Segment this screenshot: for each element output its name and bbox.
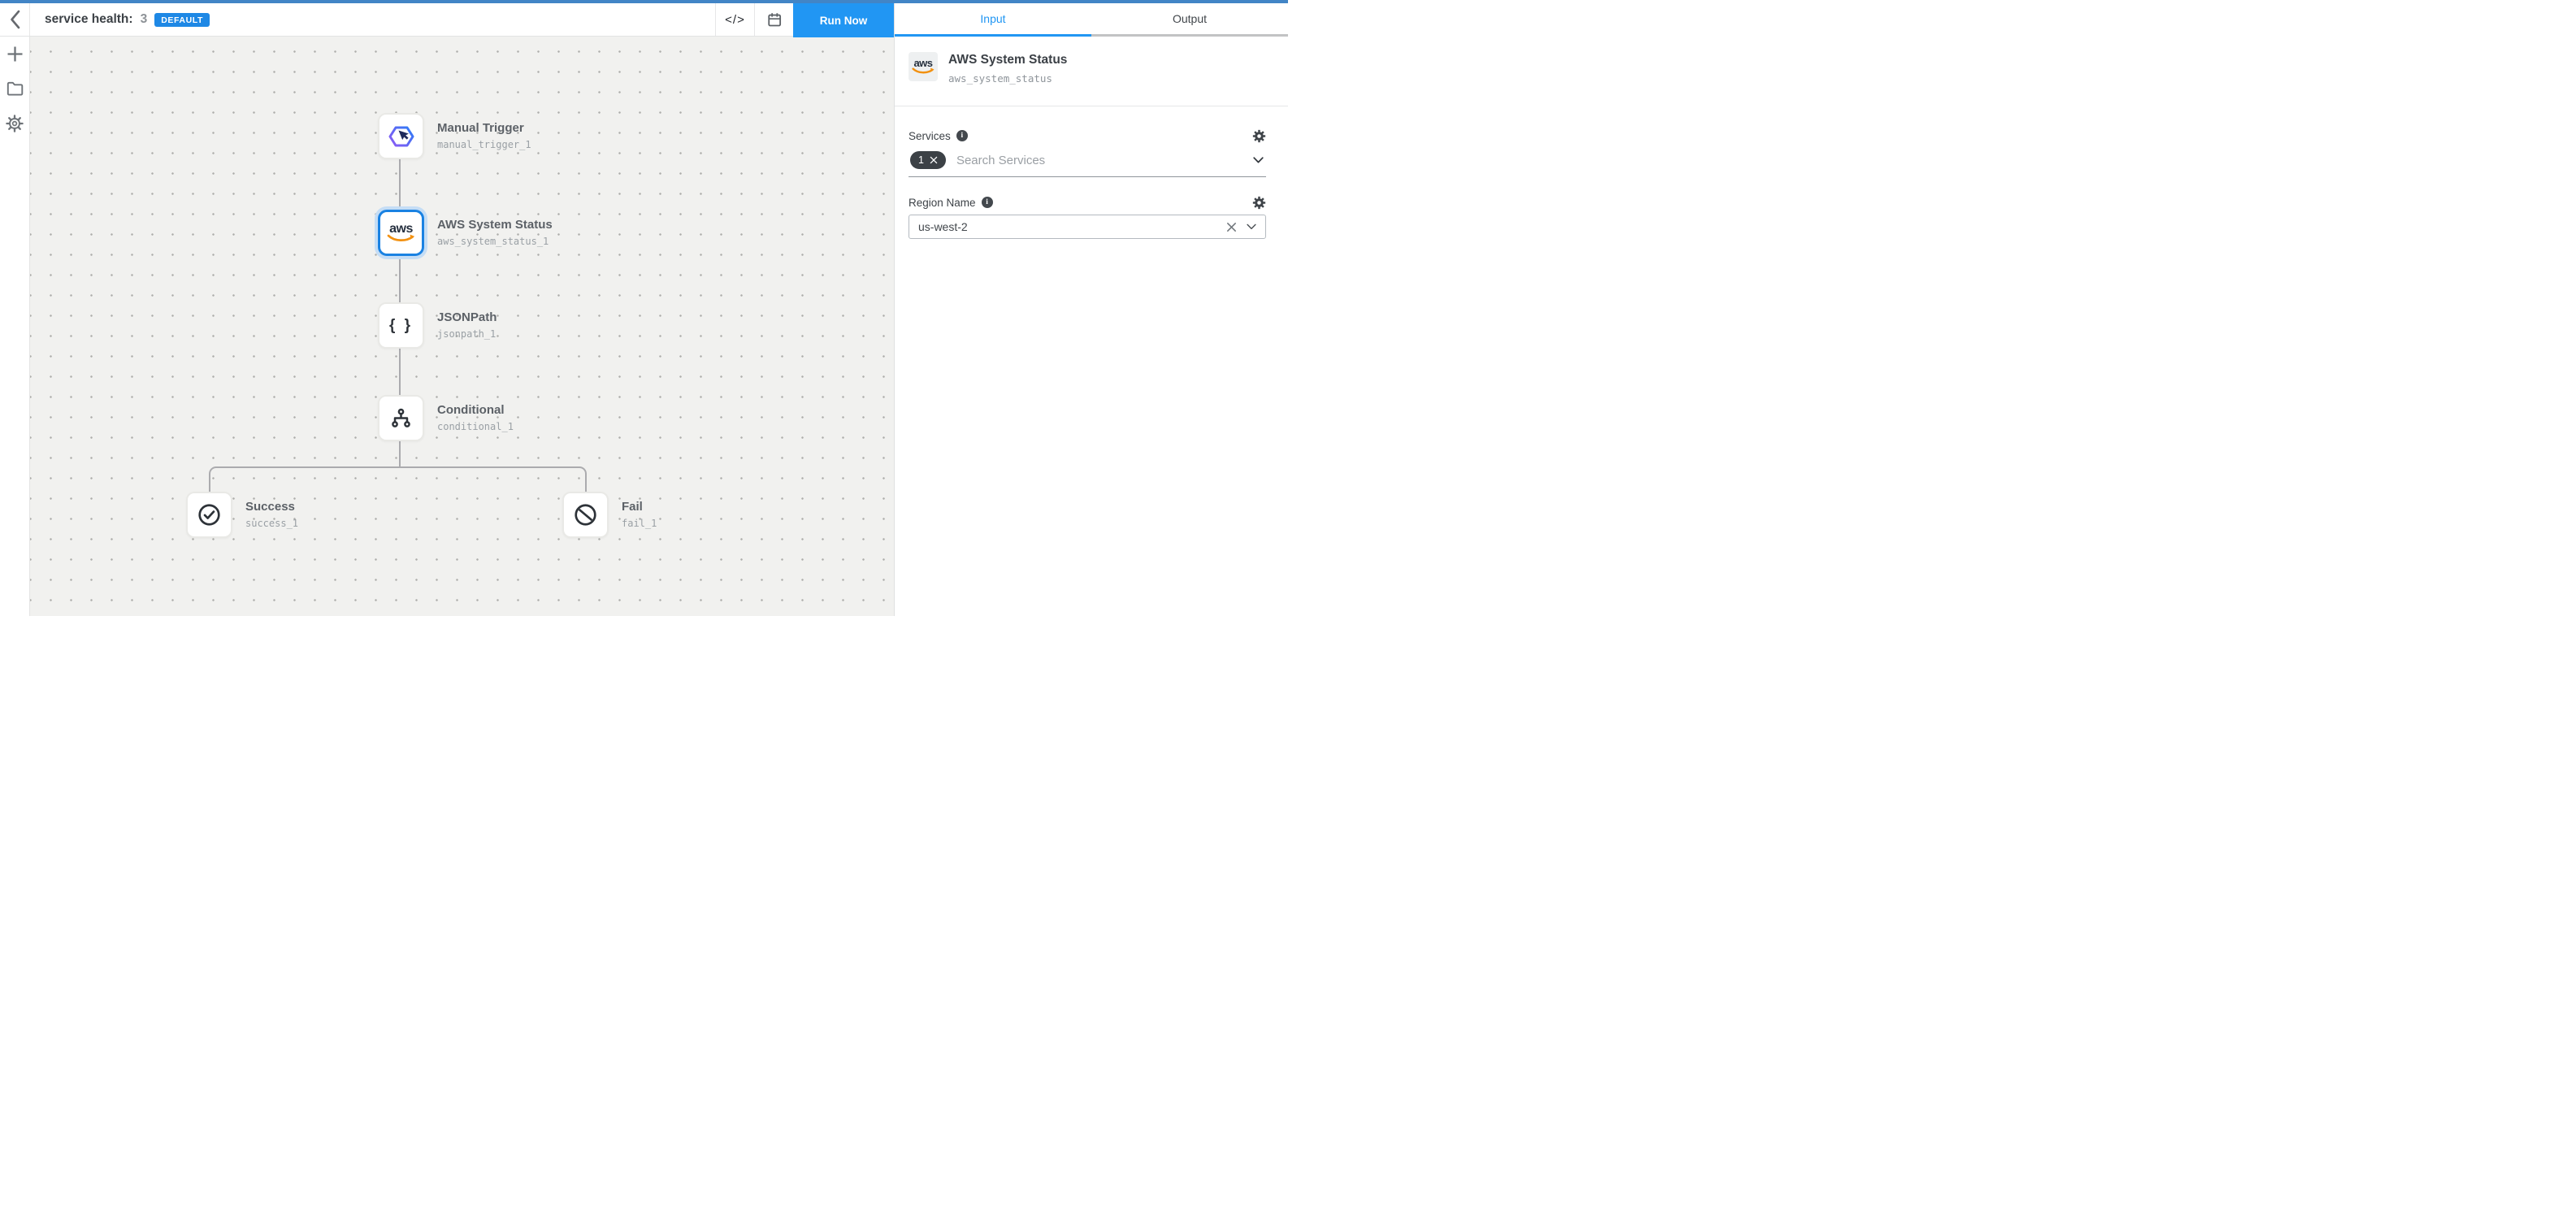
node-conditional[interactable] [378,395,424,441]
inspector-panel: Input Output aws AWS System Status aws_s… [894,3,1288,616]
branch-icon [390,407,412,429]
node-title: Manual Trigger [437,121,531,135]
node-manual-trigger[interactable] [378,113,424,159]
inspector-node-id: aws_system_status [948,72,1067,85]
node-id: aws_system_status_1 [437,236,553,247]
tab-output[interactable]: Output [1091,3,1288,37]
region-name-label: Region Name [909,197,976,209]
node-id: success_1 [245,518,298,529]
node-id: fail_1 [622,518,657,529]
chevron-down-icon[interactable] [1253,157,1264,163]
back-button[interactable] [0,3,30,36]
info-icon[interactable] [956,130,968,141]
node-fail[interactable] [562,492,609,538]
gear-icon [6,115,24,132]
node-id: jsonpath_1 [437,328,497,340]
services-multiselect[interactable]: 1 Search Services [909,151,1266,177]
workflow-canvas[interactable]: Manual Trigger manual_trigger_1 aws AWS … [30,37,894,616]
default-badge: DEFAULT [154,13,210,27]
inspector-tabs: Input Output [895,3,1288,37]
services-field: Services [895,128,1288,177]
selected-count-pill[interactable]: 1 [910,151,946,169]
node-title: AWS System Status [437,218,553,232]
playbook-run-count: 3 [141,12,148,27]
gear-icon [1252,196,1266,210]
playbook-title: service health: [45,12,133,27]
remove-selection-icon[interactable] [930,156,938,164]
playbook-title-group: service health: 3 DEFAULT [30,3,715,36]
services-settings-button[interactable] [1252,129,1266,143]
prohibit-circle-icon [573,502,598,527]
json-braces-icon: { } [389,317,413,335]
aws-logo-icon: aws [387,223,416,243]
aws-logo-icon: aws [912,59,935,75]
aws-node-tile: aws [909,52,938,81]
services-label: Services [909,130,951,142]
region-value: us-west-2 [918,220,1216,233]
back-chevron-icon [9,9,21,30]
node-id: conditional_1 [437,421,514,432]
connector-jsonpath-to-conditional [399,349,401,395]
region-name-field: Region Name [895,195,1288,239]
node-jsonpath[interactable]: { } [378,302,424,349]
top-accent-bar [0,0,1288,3]
calendar-icon [766,11,783,28]
node-title: Fail [622,500,657,514]
info-icon[interactable] [982,197,993,208]
left-tool-rail [0,37,30,616]
code-icon: </> [725,13,745,27]
manual-trigger-hexagon-cursor-icon [388,123,415,150]
chevron-down-icon[interactable] [1247,223,1256,230]
add-node-button[interactable] [7,46,24,63]
services-search-placeholder: Search Services [956,154,1242,167]
files-button[interactable] [7,81,24,96]
node-title: JSONPath [437,310,497,324]
connector-conditional-trunk [399,441,401,467]
inspector-node-header: aws AWS System Status aws_system_status [895,37,1288,85]
run-now-button[interactable]: Run Now [793,3,894,37]
folder-icon [7,81,24,96]
plus-icon [7,46,24,63]
clear-region-icon[interactable] [1226,222,1237,232]
region-select[interactable]: us-west-2 [909,215,1266,239]
check-circle-icon [197,502,222,527]
connector-branch-bracket [209,466,587,492]
inspector-node-title: AWS System Status [948,53,1067,67]
node-title: Success [245,500,298,514]
tab-input[interactable]: Input [895,3,1091,37]
header-bar: service health: 3 DEFAULT </> Run Now [0,3,894,37]
node-success[interactable] [186,492,232,538]
schedule-button[interactable] [754,3,793,36]
region-settings-button[interactable] [1252,196,1266,210]
node-id: manual_trigger_1 [437,139,531,150]
view-code-button[interactable]: </> [715,3,754,36]
node-aws-system-status[interactable]: aws [378,210,424,256]
gear-icon [1252,129,1266,143]
connector-trigger-to-aws [399,159,401,210]
connector-aws-to-jsonpath [399,256,401,302]
canvas-settings-button[interactable] [6,115,24,132]
node-title: Conditional [437,403,514,417]
